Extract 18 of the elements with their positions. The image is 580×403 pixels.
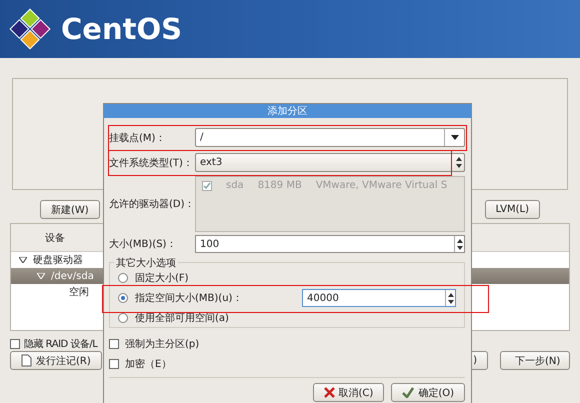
tree-label: 硬盘驱动器 <box>33 254 83 267</box>
radio-label: 使用全部可用空间(a) <box>135 312 229 325</box>
checkbox-label: 强制为主分区(p) <box>125 338 200 351</box>
radio-label: 指定空间大小(MB)(u)： <box>135 292 242 305</box>
field-label: 允许的驱动器(D)： <box>109 198 195 211</box>
field-label: 挂载点(M)： <box>109 132 166 144</box>
checkbox-label: 隐藏 RAID 设备/L <box>24 338 98 351</box>
field-label: 文件系统类型(T)： <box>109 156 194 170</box>
field-label: 大小(MB)(S)： <box>109 238 178 251</box>
frame-title: 其它大小选项 <box>114 256 178 270</box>
drive-model: VMware, VMware Virtual S <box>316 180 448 191</box>
tree-label: /dev/sda <box>51 270 94 282</box>
radio-label: 固定大小(F) <box>135 272 189 285</box>
logo-text: CentOS <box>61 12 182 46</box>
dialog-title: 添加分区 <box>104 104 471 118</box>
drive-size: 8189 MB <box>258 180 302 191</box>
drive-name: sda <box>226 180 244 191</box>
checkbox-label: 加密（E） <box>125 358 172 371</box>
